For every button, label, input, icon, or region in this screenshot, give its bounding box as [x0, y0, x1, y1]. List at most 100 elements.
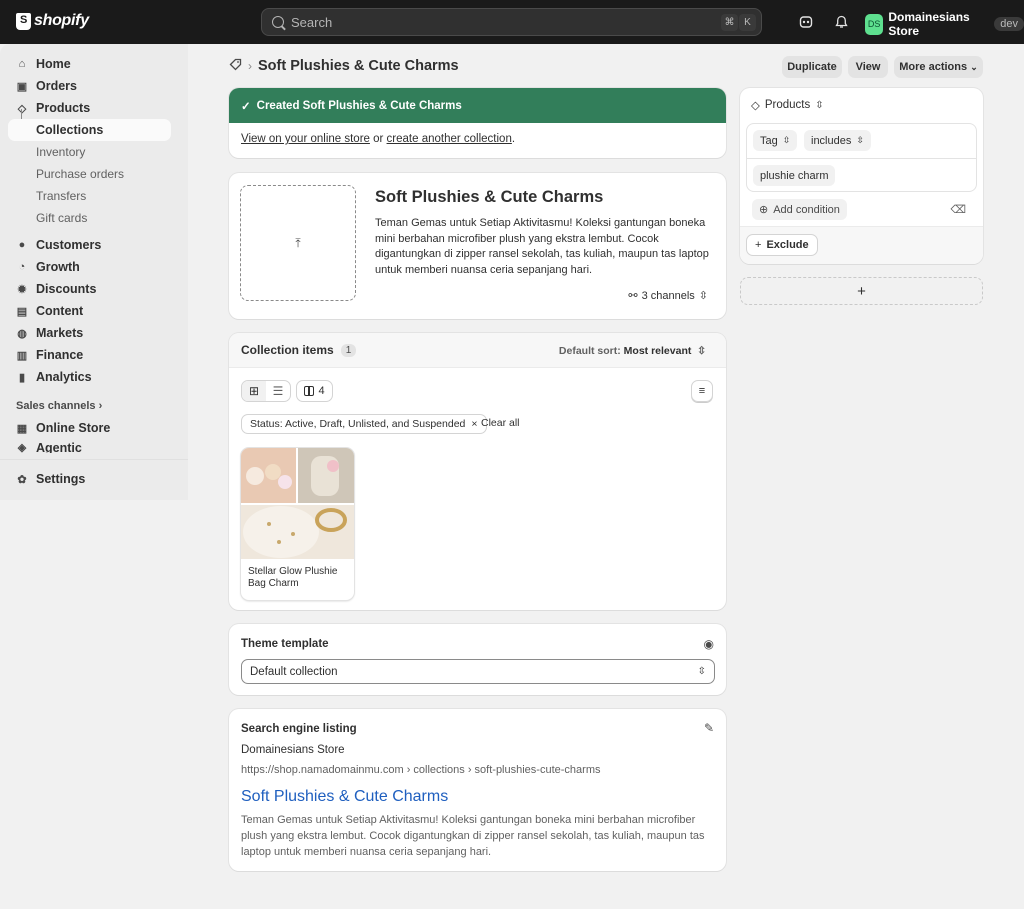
products-selector[interactable]: ◇ Products ⇳	[751, 98, 824, 112]
sidebar-item-inventory[interactable]: Inventory	[36, 145, 85, 159]
product-card[interactable]: Stellar Glow Plushie Bag Charm	[241, 448, 354, 600]
exclude-label: Exclude	[766, 239, 809, 251]
image-upload-dropzone[interactable]: ⤒	[240, 185, 356, 301]
sidebar-item-content[interactable]: ▤ Content	[8, 300, 171, 322]
sidebar: ⌂ Home ▣ Orders ◇ Products Collections Inve…	[0, 44, 188, 500]
create-another-collection-link[interactable]: create another collection	[387, 133, 512, 145]
store-name: Domainesians Store	[888, 10, 970, 38]
delete-tag-icon[interactable]: ⌫	[950, 203, 966, 216]
shopify-logo[interactable]: shopify	[16, 12, 89, 30]
sidebar-item-collections[interactable]: Collections	[8, 119, 171, 141]
store-menu[interactable]: DS Domainesians Store dev	[865, 10, 1024, 38]
sort-selector[interactable]: Default sort: Most relevant ⇳	[559, 345, 706, 357]
sidebar-item-customers[interactable]: ● Customers	[8, 234, 171, 256]
sidebar-item-settings[interactable]: ✿ Settings	[8, 468, 171, 490]
product-image	[241, 448, 354, 559]
theme-template-heading: Theme template	[241, 638, 329, 650]
theme-template-value: Default collection	[250, 665, 338, 678]
home-icon: ⌂	[18, 58, 26, 70]
chevron-up-down-icon: ⇳	[856, 135, 864, 145]
top-bar: shopify Search ⌘ K DS Domainesians Store…	[0, 0, 1024, 44]
page-title: Soft Plushies & Cute Charms	[258, 58, 459, 74]
sidebar-item-gift-cards[interactable]: Gift cards	[36, 211, 87, 225]
filter-chip-label: Status: Active, Draft, Unlisted, and Sus…	[250, 418, 466, 430]
condition-footer: + Exclude	[740, 226, 983, 264]
columns-count: 4	[318, 385, 325, 397]
conditions-card: ◇ Products ⇳ Tag ⇳ includes ⇳ plushie char…	[740, 88, 983, 264]
person-icon: ●	[18, 239, 26, 251]
eye-icon[interactable]: ◉	[704, 637, 714, 651]
sidebar-item-orders[interactable]: ▣ Orders	[8, 75, 171, 97]
bell-icon[interactable]	[832, 13, 850, 31]
collection-items-heading: Collection items	[241, 343, 334, 357]
condition-value-input[interactable]: plushie charm	[753, 165, 836, 186]
exclude-button[interactable]: + Exclude	[746, 234, 818, 256]
add-block-button[interactable]: +	[740, 277, 983, 305]
close-icon[interactable]: ×	[471, 418, 477, 430]
chevron-right-icon: ›	[98, 400, 103, 412]
chevron-up-down-icon: ⇳	[697, 666, 706, 677]
sidebar-item-transfers[interactable]: Transfers	[36, 189, 86, 203]
sidebar-item-label: Growth	[36, 260, 80, 274]
item-count-badge: 1	[340, 343, 357, 357]
sidebar-item-markets[interactable]: ◍ Markets	[8, 322, 171, 344]
collection-title[interactable]: Soft Plushies & Cute Charms	[375, 188, 603, 207]
edit-pencil-icon[interactable]: ✎	[704, 721, 714, 735]
add-condition-button[interactable]: ⊕ Add condition	[752, 199, 847, 220]
sidebar-item-label: Orders	[36, 79, 77, 93]
search-icon	[272, 16, 284, 28]
clear-all-button[interactable]: Clear all	[481, 417, 520, 429]
sidebar-item-label: Online Store	[36, 421, 111, 435]
avatar: DS	[865, 13, 884, 35]
sidebar-item-purchase-orders[interactable]: Purchase orders	[36, 167, 124, 181]
channels-label: 3 channels	[641, 289, 695, 302]
view-toggle: ⊞ ☰	[241, 380, 291, 402]
columns-selector[interactable]: 4	[296, 380, 333, 402]
shopify-bag-icon	[16, 12, 31, 30]
sidebar-item-label: Settings	[36, 472, 86, 486]
sidebar-item-label: Analytics	[36, 370, 92, 384]
dev-badge: dev	[994, 17, 1024, 31]
sidebar-item-home[interactable]: ⌂ Home	[8, 53, 171, 75]
seo-description: Teman Gemas untuk Setiap Aktivitasmu! Ko…	[241, 814, 705, 858]
collection-description[interactable]: Teman Gemas untuk Setiap Aktivitasmu! Ko…	[375, 216, 710, 278]
sidebar-item-finance[interactable]: ▥ Finance	[8, 344, 171, 366]
k-key-label: K	[739, 14, 756, 31]
duplicate-button[interactable]: Duplicate	[782, 56, 842, 78]
banner-message: Created Soft Plushies & Cute Charms	[256, 99, 462, 112]
divider	[747, 158, 976, 159]
view-online-store-link[interactable]: View on your online store	[241, 133, 370, 145]
collection-tag-icon[interactable]	[229, 58, 242, 74]
sidebar-item-label: Home	[36, 57, 71, 71]
list-view-icon[interactable]: ☰	[266, 384, 290, 398]
more-actions-label: More actions	[899, 61, 968, 73]
seo-title: Soft Plushies & Cute Charms	[241, 788, 449, 805]
sidebar-item-analytics[interactable]: ▮ Analytics	[8, 366, 171, 388]
search-input[interactable]: Search ⌘ K	[261, 8, 762, 36]
globe-icon: ◍	[17, 327, 27, 340]
sidebar-item-growth[interactable]: ◔ Growth	[8, 256, 171, 278]
condition-field-select[interactable]: Tag ⇳	[753, 130, 798, 151]
sales-channels-heading[interactable]: Sales channels ›	[16, 400, 102, 412]
condition-operator-select[interactable]: includes ⇳	[804, 130, 871, 151]
sidebar-item-discounts[interactable]: ✹ Discounts	[8, 278, 171, 300]
filter-sort-icon[interactable]: ≡	[691, 380, 713, 402]
bank-icon: ▥	[16, 349, 28, 362]
view-button[interactable]: View	[848, 56, 888, 78]
sidekick-icon[interactable]	[797, 13, 815, 31]
channels-selector[interactable]: ⚯ 3 channels ⇳	[628, 289, 708, 303]
seo-url: https://shop.namadomainmu.com › collecti…	[241, 764, 601, 776]
success-banner: ✓ Created Soft Plushies & Cute Charms Vi…	[229, 88, 726, 158]
channels-icon: ⚯	[628, 290, 638, 302]
collection-details-card: ⤒ Soft Plushies & Cute Charms Teman Gema…	[229, 173, 726, 319]
sidebar-item-online-store[interactable]: ▦ Online Store	[8, 417, 171, 439]
more-actions-button[interactable]: More actions ⌄	[894, 56, 983, 78]
sidebar-item-label: Finance	[36, 348, 84, 362]
sidebar-item-products[interactable]: ◇ Products	[8, 97, 171, 119]
plus-icon: +	[755, 239, 762, 251]
grid-view-icon[interactable]: ⊞	[242, 381, 266, 401]
theme-template-select[interactable]: Default collection ⇳	[241, 659, 715, 684]
status-filter-chip[interactable]: Status: Active, Draft, Unlisted, and Sus…	[241, 414, 487, 434]
chevron-up-down-icon: ⇳	[694, 345, 706, 357]
sidebar-item-agentic[interactable]: ◈ Agentic	[8, 439, 171, 453]
